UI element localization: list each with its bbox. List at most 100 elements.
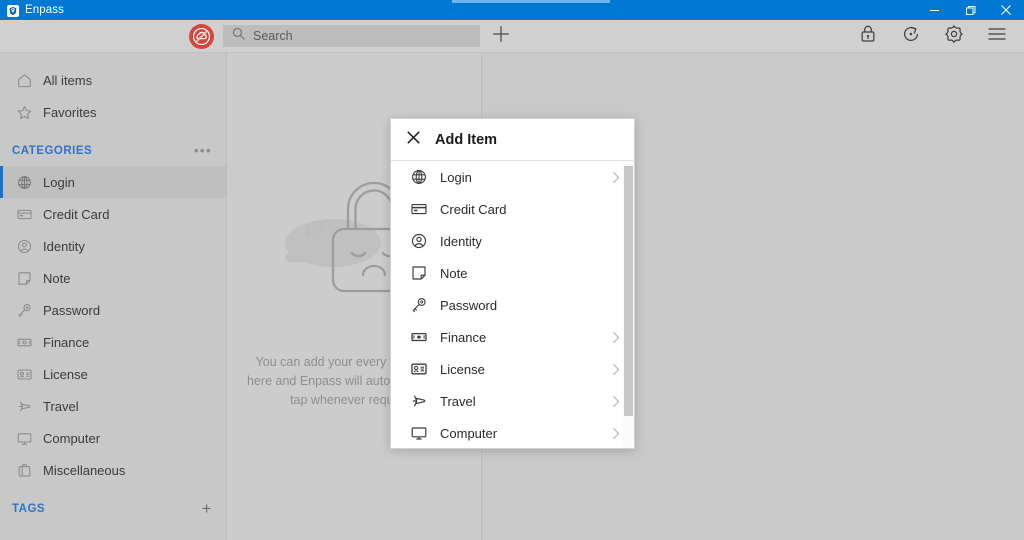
credit-card-icon [16,206,32,222]
search-placeholder: Search [253,29,293,43]
sync-button[interactable] [889,22,932,50]
title-bar: Enpass [0,0,1024,20]
restore-icon[interactable] [952,0,988,20]
sidebar-item-identity[interactable]: Identity [0,230,226,262]
airplane-icon [410,393,427,410]
chevron-right-icon [612,395,620,408]
dialog-item-list: Login Credit Card Identity Note Password… [391,161,634,448]
chevron-right-icon [612,363,620,376]
sidebar-item-license[interactable]: License [0,358,226,390]
search-input[interactable]: Search [223,25,480,47]
settings-button[interactable] [932,22,975,50]
sidebar-item-label: Travel [43,398,79,414]
tags-header-label: TAGS [12,503,46,515]
dialog-item-computer[interactable]: Computer [391,417,634,448]
dialog-item-label: Computer [440,425,498,441]
dialog-item-label: Login [440,169,472,185]
dialog-item-label: Travel [440,393,476,409]
sidebar-item-note[interactable]: Note [0,262,226,294]
dialog-item-credit-card[interactable]: Credit Card [391,193,634,225]
chevron-right-icon [612,171,620,184]
dialog-item-password[interactable]: Password [391,289,634,321]
lock-icon [859,24,877,48]
identity-icon [16,238,32,254]
window-title: Enpass [25,4,64,16]
dialog-item-login[interactable]: Login [391,161,634,193]
dialog-item-finance[interactable]: Finance [391,321,634,353]
sidebar-item-favorites[interactable]: Favorites [0,96,226,128]
toolbar-right-actions [846,22,1018,50]
note-icon [410,265,427,282]
banknote-icon [16,334,32,350]
banknote-icon [410,329,427,346]
dialog-item-label: License [440,361,485,377]
monitor-icon [16,430,32,446]
add-tag-icon[interactable]: + [202,500,212,517]
sidebar-item-label: Credit Card [43,206,110,222]
categories-header-label: CATEGORIES [12,145,93,157]
sidebar-item-miscellaneous[interactable]: Miscellaneous [0,454,226,486]
license-icon [410,361,427,378]
sidebar-item-finance[interactable]: Finance [0,326,226,358]
minimize-icon[interactable] [916,0,952,20]
sidebar-item-login[interactable]: Login [0,166,226,198]
add-item-dialog: Add Item Login Credit Card Identity Note… [390,118,635,449]
dialog-item-license[interactable]: License [391,353,634,385]
enpass-window: Enpass Search All items Favorites CATEGO… [0,0,1024,540]
globe-icon [16,174,32,190]
home-icon [16,72,32,88]
dialog-item-identity[interactable]: Identity [391,225,634,257]
sidebar-item-label: Miscellaneous [43,462,126,478]
monitor-icon [410,425,427,442]
search-icon [232,27,245,45]
dialog-item-label: Finance [440,329,487,345]
sidebar-item-label: Finance [43,334,90,350]
sidebar-item-computer[interactable]: Computer [0,422,226,454]
sidebar-item-label: Identity [43,238,85,254]
globe-icon [410,169,427,186]
sidebar-item-label: Note [43,270,71,286]
categories-header: CATEGORIES ••• [0,136,226,166]
menu-button[interactable] [975,22,1018,50]
dialog-item-label: Password [440,297,498,313]
dialog-item-label: Note [440,265,468,281]
identity-icon [410,233,427,250]
dialog-close-button[interactable] [391,120,435,160]
sidebar: All items Favorites CATEGORIES ••• Login… [0,53,227,540]
window-controls [916,0,1024,20]
sidebar-item-travel[interactable]: Travel [0,390,226,422]
sidebar-item-credit-card[interactable]: Credit Card [0,198,226,230]
add-item-button[interactable] [488,25,514,48]
lock-button[interactable] [846,22,889,50]
title-bar-highlight [452,0,610,3]
chevron-right-icon [612,427,620,440]
gear-icon [944,24,964,49]
sidebar-item-label: License [43,366,88,382]
key-icon [16,302,32,318]
ellipsis-icon[interactable]: ••• [194,144,212,157]
sidebar-item-label: All items [43,72,93,88]
airplane-icon [16,398,32,414]
close-icon [406,130,421,150]
dialog-item-travel[interactable]: Travel [391,385,634,417]
plus-icon [491,24,511,49]
dialog-scrollbar-thumb[interactable] [624,166,633,416]
credit-card-icon [410,201,427,218]
sidebar-item-label: Computer [43,430,101,446]
sidebar-item-all-items[interactable]: All items [0,64,226,96]
close-icon[interactable] [988,0,1024,20]
briefcase-icon [16,462,32,478]
hamburger-icon [987,26,1007,47]
cloud-off-icon[interactable] [189,24,214,49]
dialog-title: Add Item [435,131,498,148]
key-icon [410,297,427,314]
sidebar-item-label: Password [43,302,101,318]
license-icon [16,366,32,382]
chevron-right-icon [612,331,620,344]
dialog-scrollbar[interactable] [623,161,634,448]
shield-icon [7,4,19,17]
note-icon [16,270,32,286]
dialog-item-note[interactable]: Note [391,257,634,289]
sidebar-item-password[interactable]: Password [0,294,226,326]
sidebar-item-label: Login [43,174,75,190]
